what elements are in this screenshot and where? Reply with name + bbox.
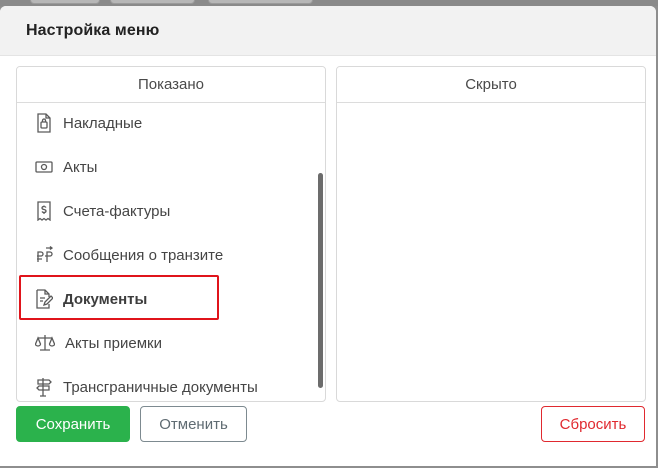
- shown-list-scrollbar[interactable]: [318, 173, 323, 388]
- list-item-transit-messages[interactable]: Сообщения о транзите: [35, 240, 223, 270]
- dialog-title: Настройка меню: [26, 21, 160, 39]
- save-button[interactable]: Сохранить: [16, 406, 130, 442]
- reset-button[interactable]: Сбросить: [541, 406, 645, 442]
- scales-icon: [35, 332, 55, 354]
- hidden-panel: Скрыто: [336, 66, 646, 402]
- hidden-list[interactable]: [337, 103, 645, 401]
- list-item-label: Акты приемки: [65, 334, 162, 352]
- hidden-panel-header: Скрыто: [337, 67, 645, 103]
- dialog-header: Настройка меню: [0, 6, 656, 56]
- shown-panel: Показано Накладные Акты Счета-фактуры Со…: [16, 66, 326, 402]
- list-item-acceptance-acts[interactable]: Акты приемки: [35, 328, 162, 358]
- invoice-bag-icon: [35, 112, 53, 134]
- shown-list[interactable]: Накладные Акты Счета-фактуры Сообщения о…: [17, 103, 325, 401]
- list-item-label: Счета-фактуры: [63, 202, 171, 220]
- list-item-label: Трансграничные документы: [63, 378, 258, 396]
- list-item-label: Сообщения о транзите: [63, 246, 224, 264]
- signpost-icon: [35, 376, 53, 398]
- list-item-label: Акты: [63, 158, 98, 176]
- backdrop-button: [110, 0, 195, 4]
- backdrop-button: [30, 0, 100, 4]
- dollar-receipt-icon: [35, 200, 53, 222]
- list-item-invoices[interactable]: Накладные: [35, 108, 142, 138]
- list-item-tax-invoices[interactable]: Счета-фактуры: [35, 196, 170, 226]
- list-item-label: Документы: [63, 290, 148, 308]
- shown-panel-header: Показано: [17, 67, 325, 103]
- document-edit-icon: [35, 288, 53, 310]
- menu-settings-dialog: Настройка меню Показано Накладные Акты С…: [0, 6, 656, 466]
- list-item-documents[interactable]: Документы: [35, 284, 147, 314]
- ruble-transfer-icon: [35, 244, 53, 266]
- list-item-label: Накладные: [63, 114, 143, 132]
- backdrop-button: [208, 0, 313, 4]
- list-item-acts[interactable]: Акты: [35, 152, 97, 182]
- cancel-button[interactable]: Отменить: [140, 406, 247, 442]
- list-item-crossborder-documents[interactable]: Трансграничные документы: [35, 372, 258, 401]
- banknote-icon: [35, 156, 53, 178]
